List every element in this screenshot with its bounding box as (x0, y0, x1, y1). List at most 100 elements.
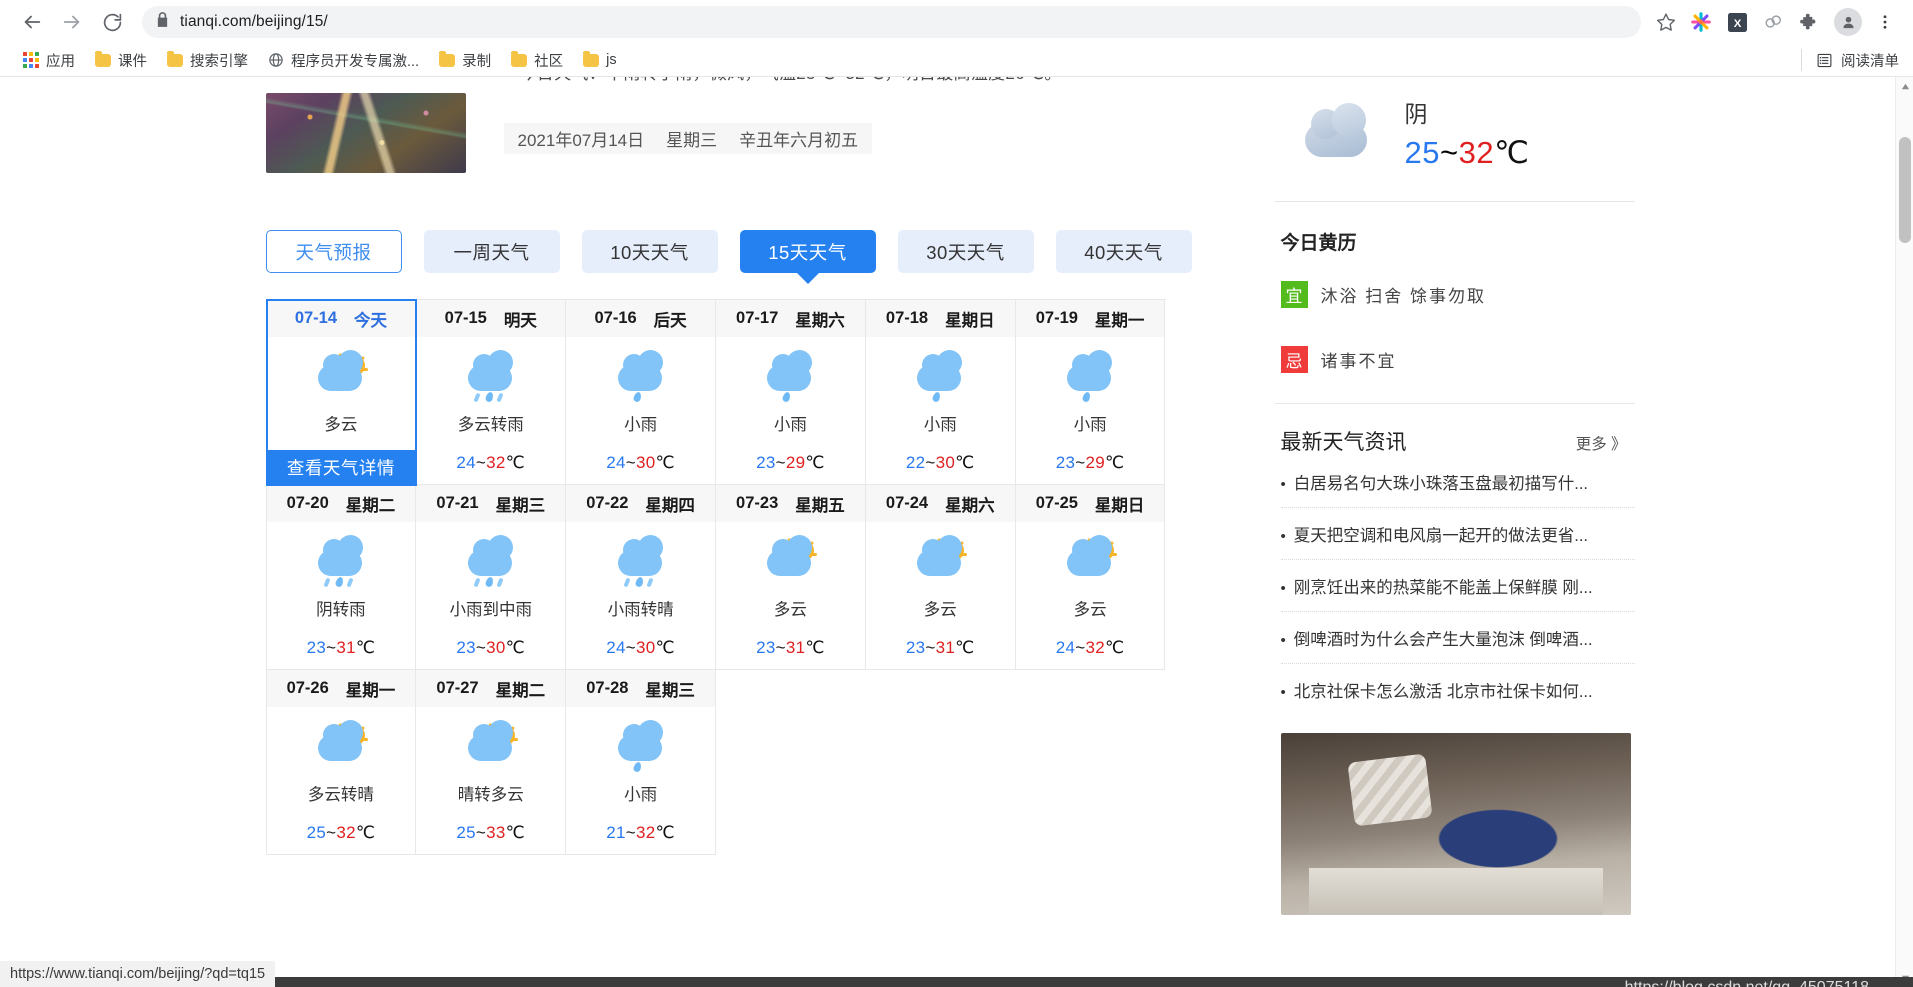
avatar-icon[interactable] (1834, 8, 1862, 36)
view-weather-detail-button[interactable]: 查看天气详情 (267, 450, 416, 484)
forecast-temperature: 25~33℃ (456, 823, 525, 843)
address-bar[interactable]: tianqi.com/beijing/15/ (142, 6, 1641, 38)
extension-rings-icon[interactable] (1757, 6, 1789, 38)
tab-30-days[interactable]: 30天天气 (898, 230, 1034, 273)
forecast-card-07-20[interactable]: 07-20星期二阴转雨23~31℃ (267, 485, 417, 670)
bullet-icon: • (1281, 580, 1286, 597)
forecast-card-header: 07-27星期二 (416, 670, 565, 707)
forecast-card-header: 07-26星期一 (267, 670, 416, 707)
forecast-card-07-22[interactable]: 07-22星期四小雨转晴24~30℃ (566, 485, 716, 670)
forecast-date: 07-25 (1036, 494, 1078, 513)
forecast-high: 30 (636, 638, 656, 657)
forecast-condition: 小雨 (624, 781, 657, 805)
current-temperature: 25~32℃ (1405, 135, 1530, 171)
forecast-grid-empty-cell (866, 670, 1016, 855)
folder-icon (95, 54, 111, 67)
current-low: 25 (1405, 135, 1440, 170)
forecast-date: 07-16 (594, 309, 636, 328)
bookmark-apps[interactable]: 应用 (14, 46, 84, 75)
tab-1-week[interactable]: 一周天气 (424, 230, 560, 273)
forecast-date: 07-28 (586, 679, 628, 698)
bookmark-kejian[interactable]: 课件 (86, 46, 156, 75)
scroll-up-arrow-icon[interactable] (1896, 77, 1913, 95)
three-dot-menu-icon[interactable] (1871, 8, 1899, 36)
folder-icon (583, 54, 599, 67)
news-item[interactable]: •倒啤酒时为什么会产生大量泡沫 倒啤酒... (1281, 612, 1635, 664)
tab-40-days[interactable]: 40天天气 (1056, 230, 1192, 273)
rain-light-icon (1059, 351, 1121, 403)
forecast-card-07-28[interactable]: 07-28星期三小雨21~32℃ (566, 670, 716, 855)
forecast-high: 30 (636, 453, 656, 472)
news-item[interactable]: •北京社保卡怎么激活 北京市社保卡如何... (1281, 664, 1635, 715)
forecast-card-07-16[interactable]: 07-16后天小雨24~30℃ (566, 300, 716, 485)
bookmark-recording[interactable]: 录制 (430, 46, 500, 75)
forecast-temperature: 23~30℃ (456, 638, 525, 658)
scrollbar-thumb[interactable] (1899, 137, 1911, 243)
forecast-low: 23 (906, 638, 926, 657)
forecast-date: 07-26 (287, 679, 329, 698)
news-more-link[interactable]: 更多 》 (1576, 432, 1627, 454)
forecast-weekday: 星期日 (1095, 492, 1145, 516)
forecast-temperature: 22~30℃ (906, 453, 975, 473)
reload-icon[interactable] (94, 4, 130, 40)
extensions-puzzle-icon[interactable] (1793, 6, 1825, 38)
news-item[interactable]: •白居易名句大珠小珠落玉盘最初描写什... (1281, 456, 1635, 508)
bookmark-js[interactable]: js (574, 48, 625, 72)
forecast-card-07-19[interactable]: 07-19星期一小雨23~29℃ (1016, 300, 1166, 485)
reading-list-button[interactable]: 阅读清单 (1801, 49, 1899, 71)
news-item-title: 夏天把空调和电风扇一起开的做法更省... (1294, 522, 1588, 546)
star-icon[interactable] (1651, 7, 1681, 37)
partly-cloudy-icon (759, 536, 821, 588)
forecast-card-07-21[interactable]: 07-21星期三小雨到中雨23~30℃ (416, 485, 566, 670)
news-item[interactable]: •夏天把空调和电风扇一起开的做法更省... (1281, 508, 1635, 560)
page-scrollbar[interactable] (1895, 77, 1913, 987)
news-item[interactable]: •刚烹饪出来的热菜能不能盖上保鲜膜 刚... (1281, 560, 1635, 612)
yi-text: 沐浴 扫舍 馀事勿取 (1321, 282, 1486, 307)
rain-heavy-icon (310, 536, 372, 588)
bookmark-search-engine[interactable]: 搜索引擎 (158, 46, 257, 75)
forecast-card-07-15[interactable]: 07-15明天多云转雨24~32℃ (416, 300, 566, 485)
tab-weather-forecast[interactable]: 天气预报 (266, 230, 402, 273)
tab-15-days[interactable]: 15天天气 (740, 230, 876, 273)
forecast-weekday: 星期一 (1095, 307, 1145, 331)
forward-arrow-icon[interactable] (54, 4, 90, 40)
forecast-low: 22 (906, 453, 926, 472)
forecast-high: 31 (336, 638, 356, 657)
forecast-card-07-18[interactable]: 07-18星期日小雨22~30℃ (866, 300, 1016, 485)
forecast-date: 07-21 (436, 494, 478, 513)
tianqi-weather-page: 今日天气：中雨转小雨，微风，气温25℃~32℃，明日最高温度26℃。 2021年… (0, 77, 1895, 987)
svg-text:X: X (1733, 17, 1741, 29)
forecast-card-body: 多云 (267, 337, 416, 450)
forecast-card-07-24[interactable]: 07-24星期六多云23~31℃ (866, 485, 1016, 670)
back-arrow-icon[interactable] (14, 4, 50, 40)
forecast-condition: 小雨转晴 (608, 596, 674, 620)
forecast-card-07-27[interactable]: 07-27星期二晴转多云25~33℃ (416, 670, 566, 855)
lock-icon (156, 12, 169, 32)
forecast-condition: 多云 (774, 596, 807, 620)
extension-x-icon[interactable]: X (1721, 6, 1753, 38)
forecast-temperature: 23~31℃ (307, 638, 376, 658)
hero-row: 2021年07月14日 星期三 辛丑年六月初五 (258, 93, 1243, 173)
bookmark-community[interactable]: 社区 (502, 46, 572, 75)
forecast-low: 23 (756, 453, 776, 472)
bookmark-developer[interactable]: 程序员开发专属激... (259, 46, 428, 75)
rain-heavy-icon (460, 351, 522, 403)
news-thumbnail[interactable] (1281, 733, 1631, 915)
extension-colorful-icon[interactable] (1685, 6, 1717, 38)
partly-cloudy-icon (310, 351, 372, 403)
forecast-condition: 小雨 (924, 411, 957, 435)
forecast-weekday: 星期二 (346, 492, 396, 516)
bookmark-label: 应用 (46, 50, 75, 71)
forecast-card-header: 07-21星期三 (416, 485, 565, 522)
forecast-card-body: 多云23~31℃ (716, 522, 865, 669)
forecast-card-07-26[interactable]: 07-26星期一多云转晴25~32℃ (267, 670, 417, 855)
forecast-temperature: 23~29℃ (756, 453, 825, 473)
forecast-weekday: 星期二 (496, 677, 546, 701)
forecast-card-07-14[interactable]: 07-14今天多云查看天气详情 (267, 300, 417, 485)
forecast-card-07-17[interactable]: 07-17星期六小雨23~29℃ (716, 300, 866, 485)
forecast-card-07-23[interactable]: 07-23星期五多云23~31℃ (716, 485, 866, 670)
forecast-high: 32 (1085, 638, 1105, 657)
tab-10-days[interactable]: 10天天气 (582, 230, 718, 273)
forecast-high: 32 (486, 453, 506, 472)
forecast-card-07-25[interactable]: 07-25星期日多云24~32℃ (1016, 485, 1166, 670)
